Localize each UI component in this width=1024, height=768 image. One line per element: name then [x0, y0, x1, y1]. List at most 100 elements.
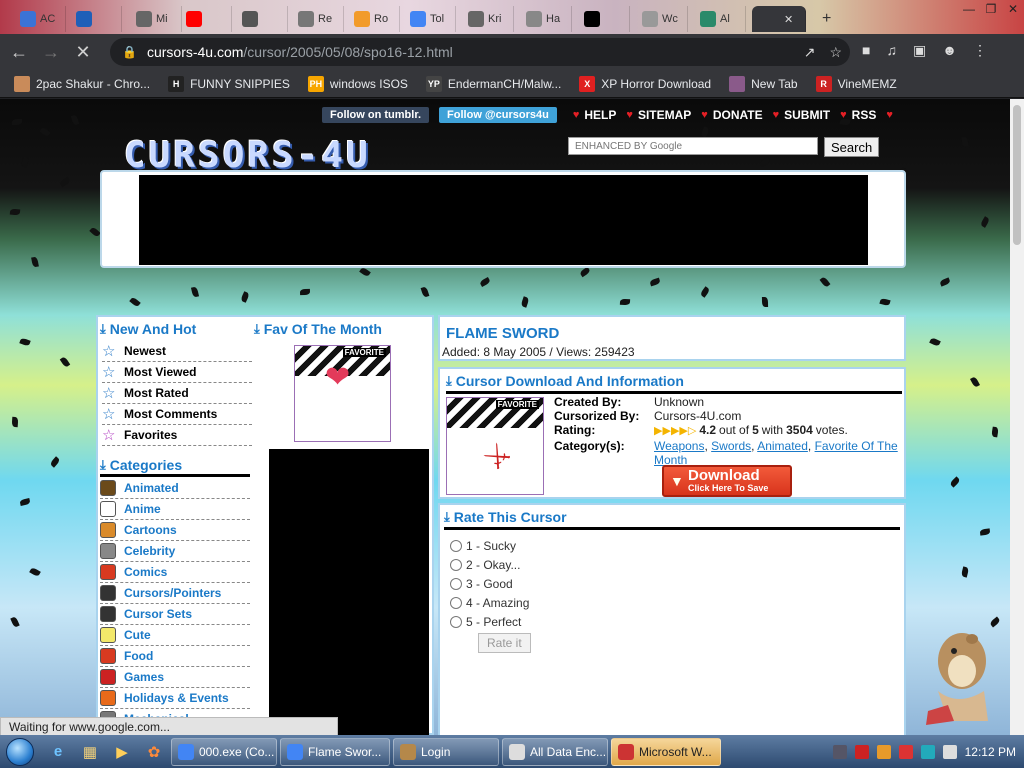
category-item[interactable]: Cute [100, 625, 250, 646]
tray-icon[interactable] [854, 744, 869, 759]
bookmark-item[interactable]: PH windows ISOS [307, 75, 408, 92]
close-icon[interactable]: ✕ [1002, 0, 1024, 18]
volume-icon[interactable] [942, 744, 957, 759]
active-tab[interactable]: ✕ [752, 6, 806, 32]
category-link[interactable]: Swords [711, 439, 751, 453]
browser-tab[interactable] [68, 6, 122, 32]
bookmark-item[interactable]: YP EndermanCH/Malw... [425, 75, 561, 92]
restore-icon[interactable]: ❐ [980, 0, 1002, 18]
bookmark-item[interactable]: 2pac Shakur - Chro... [14, 75, 150, 92]
rate-it-button[interactable]: Rate it [478, 633, 531, 653]
radio-button[interactable] [450, 578, 462, 590]
nav-link-submit[interactable]: ♥ SUBMIT [773, 108, 831, 122]
bookmark-item[interactable]: R VineMEMZ [815, 75, 897, 92]
category-link[interactable]: Animated [757, 439, 808, 453]
search-input[interactable] [568, 137, 818, 155]
bookmark-item[interactable]: H FUNNY SNIPPIES [168, 75, 290, 92]
category-item[interactable]: Holidays & Events [100, 688, 250, 709]
tab-close-icon[interactable]: ✕ [784, 13, 793, 26]
nav-link-sitemap[interactable]: ♥ SITEMAP [626, 108, 691, 122]
media-icon[interactable]: ♫ [886, 42, 897, 59]
bookmark-item[interactable]: New Tab [729, 75, 798, 92]
sidebar-item-favorites[interactable]: ☆ Favorites [102, 425, 252, 446]
category-item[interactable]: Cursors/Pointers [100, 583, 250, 604]
explorer-folder-icon[interactable]: ▦ [76, 738, 104, 766]
profile-avatar-icon[interactable]: ☻ [942, 42, 957, 59]
category-item[interactable]: Games [100, 667, 250, 688]
clock[interactable]: 12:12 PM [965, 745, 1016, 759]
new-tab-icon[interactable]: + [814, 6, 838, 32]
taskbar-button[interactable]: Login [393, 737, 499, 766]
stop-icon[interactable]: ✕ [70, 39, 96, 65]
ie-icon[interactable]: e [44, 738, 72, 766]
ad-slot[interactable] [139, 175, 868, 265]
tumblr-follow-button[interactable]: Follow on tumblr. [322, 107, 430, 123]
taskbar-button[interactable]: 000.exe (Co... [171, 737, 277, 766]
radio-button[interactable] [450, 540, 462, 552]
ad-skyscraper[interactable] [269, 449, 429, 735]
media-player-icon[interactable]: ▶ [108, 738, 136, 766]
radio-button[interactable] [450, 559, 462, 571]
browser-tab[interactable]: Ro [346, 6, 400, 32]
browser-tab[interactable]: AC [12, 6, 66, 32]
nav-link-rss[interactable]: ♥ RSS [840, 108, 876, 122]
paint-icon[interactable]: ✿ [140, 738, 168, 766]
minimize-icon[interactable]: — [958, 0, 980, 18]
category-item[interactable]: Cartoons [100, 520, 250, 541]
category-item[interactable]: Cursor Sets [100, 604, 250, 625]
taskbar-button[interactable]: Flame Swor... [280, 737, 390, 766]
browser-tab[interactable] [234, 6, 288, 32]
sidebar-item-most-comments[interactable]: ☆ Most Comments [102, 404, 252, 425]
browser-tab[interactable]: Mi [128, 6, 182, 32]
category-item[interactable]: Comics [100, 562, 250, 583]
window-controls: — ❐ ✕ [958, 0, 1024, 20]
menu-dots-icon[interactable]: ⋮ [973, 42, 987, 59]
share-icon[interactable]: ↗ [804, 44, 816, 61]
category-item[interactable]: Celebrity [100, 541, 250, 562]
taskbar-button[interactable]: Microsoft W... [611, 737, 721, 766]
category-item[interactable]: Animated [100, 478, 250, 499]
browser-tab[interactable] [178, 6, 232, 32]
fav-of-month-image[interactable]: FAVORITE ❤ [294, 345, 391, 442]
category-item[interactable]: Food [100, 646, 250, 667]
browser-tab[interactable] [576, 6, 630, 32]
browser-tab[interactable]: Wc [634, 6, 688, 32]
sidebar-item-newest[interactable]: ☆ Newest [102, 341, 252, 362]
browser-tab[interactable]: Tol [402, 6, 456, 32]
radio-button[interactable] [450, 597, 462, 609]
download-button[interactable]: ▼ Download Click Here To Save [662, 465, 792, 497]
rating-option[interactable]: 5 - Perfect [450, 615, 521, 629]
search-button[interactable]: Search [824, 137, 880, 157]
sidebar-item-most-viewed[interactable]: ☆ Most Viewed [102, 362, 252, 383]
side-panel-icon[interactable]: ▣ [913, 42, 926, 59]
rating-option[interactable]: 2 - Okay... [450, 558, 520, 572]
forward-icon[interactable]: → [38, 39, 64, 65]
network-icon[interactable] [920, 744, 935, 759]
back-icon[interactable]: ← [6, 39, 32, 65]
rating-option[interactable]: 4 - Amazing [450, 596, 529, 610]
browser-tab[interactable]: Re [290, 6, 344, 32]
browser-tab[interactable]: Kri [460, 6, 514, 32]
scrollbar-thumb[interactable] [1013, 105, 1021, 245]
nav-link-donate[interactable]: ♥ DONATE [701, 108, 762, 122]
browser-tab[interactable]: Al [692, 6, 746, 32]
start-button[interactable] [0, 735, 40, 768]
rating-option[interactable]: 1 - Sucky [450, 539, 516, 553]
bookmark-star-icon[interactable]: ☆ [829, 44, 842, 61]
sidebar-item-most-rated[interactable]: ☆ Most Rated [102, 383, 252, 404]
category-item[interactable]: Anime [100, 499, 250, 520]
tray-icon[interactable] [876, 744, 891, 759]
tray-icon[interactable] [832, 744, 847, 759]
rating-option[interactable]: 3 - Good [450, 577, 513, 591]
extensions-icon[interactable]: ■ [862, 42, 870, 59]
page-scrollbar[interactable] [1010, 99, 1024, 735]
address-bar[interactable]: 🔒 cursors-4u.com /cursor/2005/05/08/spo1… [110, 38, 850, 66]
bookmark-item[interactable]: X XP Horror Download [579, 75, 711, 92]
tray-icon[interactable] [898, 744, 913, 759]
category-link[interactable]: Weapons [654, 439, 704, 453]
nav-link-help[interactable]: ♥ HELP [573, 108, 617, 122]
radio-button[interactable] [450, 616, 462, 628]
taskbar-button[interactable]: All Data Enc... [502, 737, 608, 766]
twitter-follow-button[interactable]: Follow @cursors4u [439, 107, 557, 123]
browser-tab[interactable]: Ha [518, 6, 572, 32]
